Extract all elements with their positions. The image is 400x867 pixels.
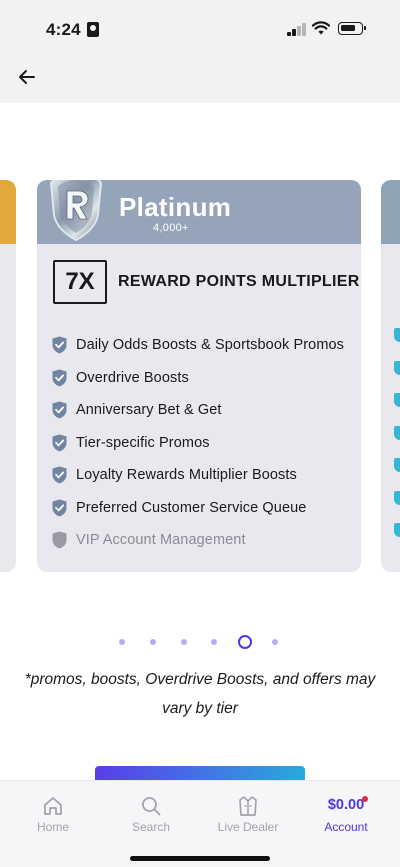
- benefit-item-not-included: VIP Account Management: [52, 524, 344, 557]
- shield-check-icon: [52, 401, 67, 419]
- id-card-icon: [87, 22, 99, 37]
- pager-dot[interactable]: [272, 639, 278, 645]
- benefit-item: Loyalty Rewards Multiplier Boosts: [52, 459, 344, 492]
- previous-tier-card[interactable]: [0, 180, 16, 572]
- benefit-label: Daily Odds Boosts & Sportsbook Promos: [76, 337, 345, 354]
- benefit-item: Overdrive Boosts: [52, 362, 344, 395]
- next-tier-header: [381, 180, 400, 244]
- previous-tier-header: [0, 180, 16, 244]
- multiplier-row: 7X REWARD POINTS MULTIPLIER: [53, 260, 360, 304]
- pager-dot-active[interactable]: [238, 635, 252, 649]
- tab-account[interactable]: $0.00 Account: [296, 781, 396, 841]
- benefit-label: Preferred Customer Service Queue: [76, 499, 307, 516]
- benefit-item: Daily Odds Boosts & Sportsbook Promos: [52, 329, 344, 362]
- notification-dot: [362, 796, 368, 802]
- tab-search[interactable]: Search: [101, 781, 201, 841]
- multiplier-label: REWARD POINTS MULTIPLIER: [118, 273, 360, 290]
- tab-live-dealer[interactable]: Live Dealer: [198, 781, 298, 841]
- pager-dot[interactable]: [119, 639, 125, 645]
- tier-points-threshold: 4,000+: [153, 222, 189, 234]
- tab-home-label: Home: [36, 820, 69, 834]
- tab-live-dealer-label: Live Dealer: [217, 820, 279, 834]
- tier-card: Platinum 4,000+ 7X REWARD POINTS MULTIPL…: [37, 180, 361, 572]
- shield-check-icon: [52, 369, 67, 387]
- benefit-label: VIP Account Management: [76, 532, 246, 549]
- benefit-label: Tier-specific Promos: [76, 434, 210, 451]
- benefit-item: Anniversary Bet & Get: [52, 394, 344, 427]
- tier-header: Platinum 4,000+: [37, 180, 361, 244]
- shield-empty-icon: [52, 531, 67, 549]
- cellular-signal-icon: [287, 22, 307, 36]
- search-icon: [142, 797, 161, 816]
- account-balance: $0.00: [327, 797, 365, 813]
- platinum-shield-logo-icon: [49, 180, 103, 242]
- tab-search-label: Search: [131, 820, 171, 834]
- benefit-item: Tier-specific Promos: [52, 427, 344, 460]
- home-icon: [44, 797, 62, 815]
- status-time: 4:24: [46, 20, 81, 39]
- next-tier-card[interactable]: [381, 180, 400, 572]
- carousel-pager: [0, 632, 400, 652]
- status-bar: 4:24: [0, 0, 400, 56]
- benefit-label: Overdrive Boosts: [76, 369, 189, 386]
- dealer-vest-icon: [239, 796, 257, 816]
- tier-disclaimer: *promos, boosts, Overdrive Boosts, and o…: [24, 671, 376, 717]
- back-arrow-icon[interactable]: [14, 64, 40, 90]
- primary-action-button[interactable]: [95, 766, 305, 780]
- shield-check-icon: [52, 499, 67, 517]
- benefit-label: Anniversary Bet & Get: [76, 402, 222, 419]
- benefits-list: Daily Odds Boosts & Sportsbook Promos Ov…: [52, 329, 344, 557]
- pager-dot[interactable]: [211, 639, 217, 645]
- wifi-icon: [312, 21, 330, 35]
- benefit-item: Preferred Customer Service Queue: [52, 492, 344, 525]
- tier-carousel-section: Platinum 4,000+ 7X REWARD POINTS MULTIPL…: [0, 103, 400, 780]
- shield-check-icon: [52, 466, 67, 484]
- next-tier-check-icons: [394, 328, 400, 556]
- tier-name: Platinum: [119, 192, 232, 222]
- battery-icon: [338, 22, 366, 35]
- benefit-label: Loyalty Rewards Multiplier Boosts: [76, 467, 297, 484]
- multiplier-value: 7X: [53, 260, 107, 304]
- navigation-bar: [0, 56, 400, 103]
- tab-account-label: Account: [324, 820, 368, 834]
- shield-check-icon: [52, 434, 67, 452]
- pager-dot[interactable]: [181, 639, 187, 645]
- pager-dot[interactable]: [150, 639, 156, 645]
- bottom-tab-bar: Home Search Live Dealer $0.00 Account: [0, 780, 400, 867]
- tab-home[interactable]: Home: [3, 781, 103, 841]
- home-indicator: [130, 856, 270, 861]
- shield-check-icon: [52, 336, 67, 354]
